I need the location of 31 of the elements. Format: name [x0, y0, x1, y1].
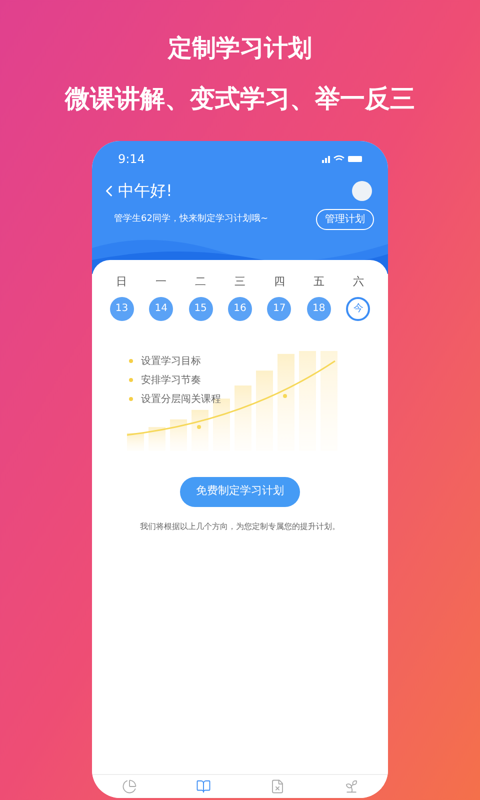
chart-bar — [127, 432, 144, 450]
weekday-label: 四 — [274, 274, 285, 290]
pie-chart-icon[interactable] — [122, 779, 136, 794]
plan-note: 我们将根据以上几个方向，为您定制专属您的提升计划。 — [140, 520, 340, 532]
welcome-message: 管学生62同学，快来制定学习计划哦~ — [114, 212, 268, 226]
weekday-label: 六 — [352, 274, 364, 290]
plan-step: 设置学习目标 — [141, 354, 201, 368]
chart-bar — [148, 426, 166, 450]
weekday-label: 三 — [234, 274, 246, 290]
data-point — [197, 424, 201, 428]
chart-bar — [192, 409, 208, 450]
weekday-label: 日 — [116, 274, 128, 290]
weekday-label: 二 — [195, 274, 206, 290]
create-plan-button[interactable]: 免费制定学习计划 — [180, 476, 300, 506]
plan-step: 设置分层闯关课程 — [141, 392, 221, 406]
subheadline: 微课讲解、变式学习、举一反三 — [65, 83, 415, 115]
weekday-label: 一 — [156, 274, 167, 290]
greeting: 中午好! — [118, 180, 172, 202]
manage-plan-button[interactable]: 管理计划 — [316, 209, 374, 230]
plan-step: 安排学习节奏 — [141, 374, 201, 386]
document-icon[interactable] — [270, 779, 284, 794]
status-time: 9:14 — [118, 151, 145, 168]
weekday-label: 五 — [313, 274, 324, 290]
headline: 定制学习计划 — [168, 33, 312, 64]
status-icons — [322, 154, 362, 164]
chart-bar — [170, 418, 187, 450]
chart-bar — [234, 385, 252, 450]
sprout-icon[interactable] — [344, 779, 358, 794]
book-icon[interactable] — [196, 779, 210, 794]
avatar[interactable] — [352, 181, 372, 201]
data-point — [283, 394, 287, 398]
